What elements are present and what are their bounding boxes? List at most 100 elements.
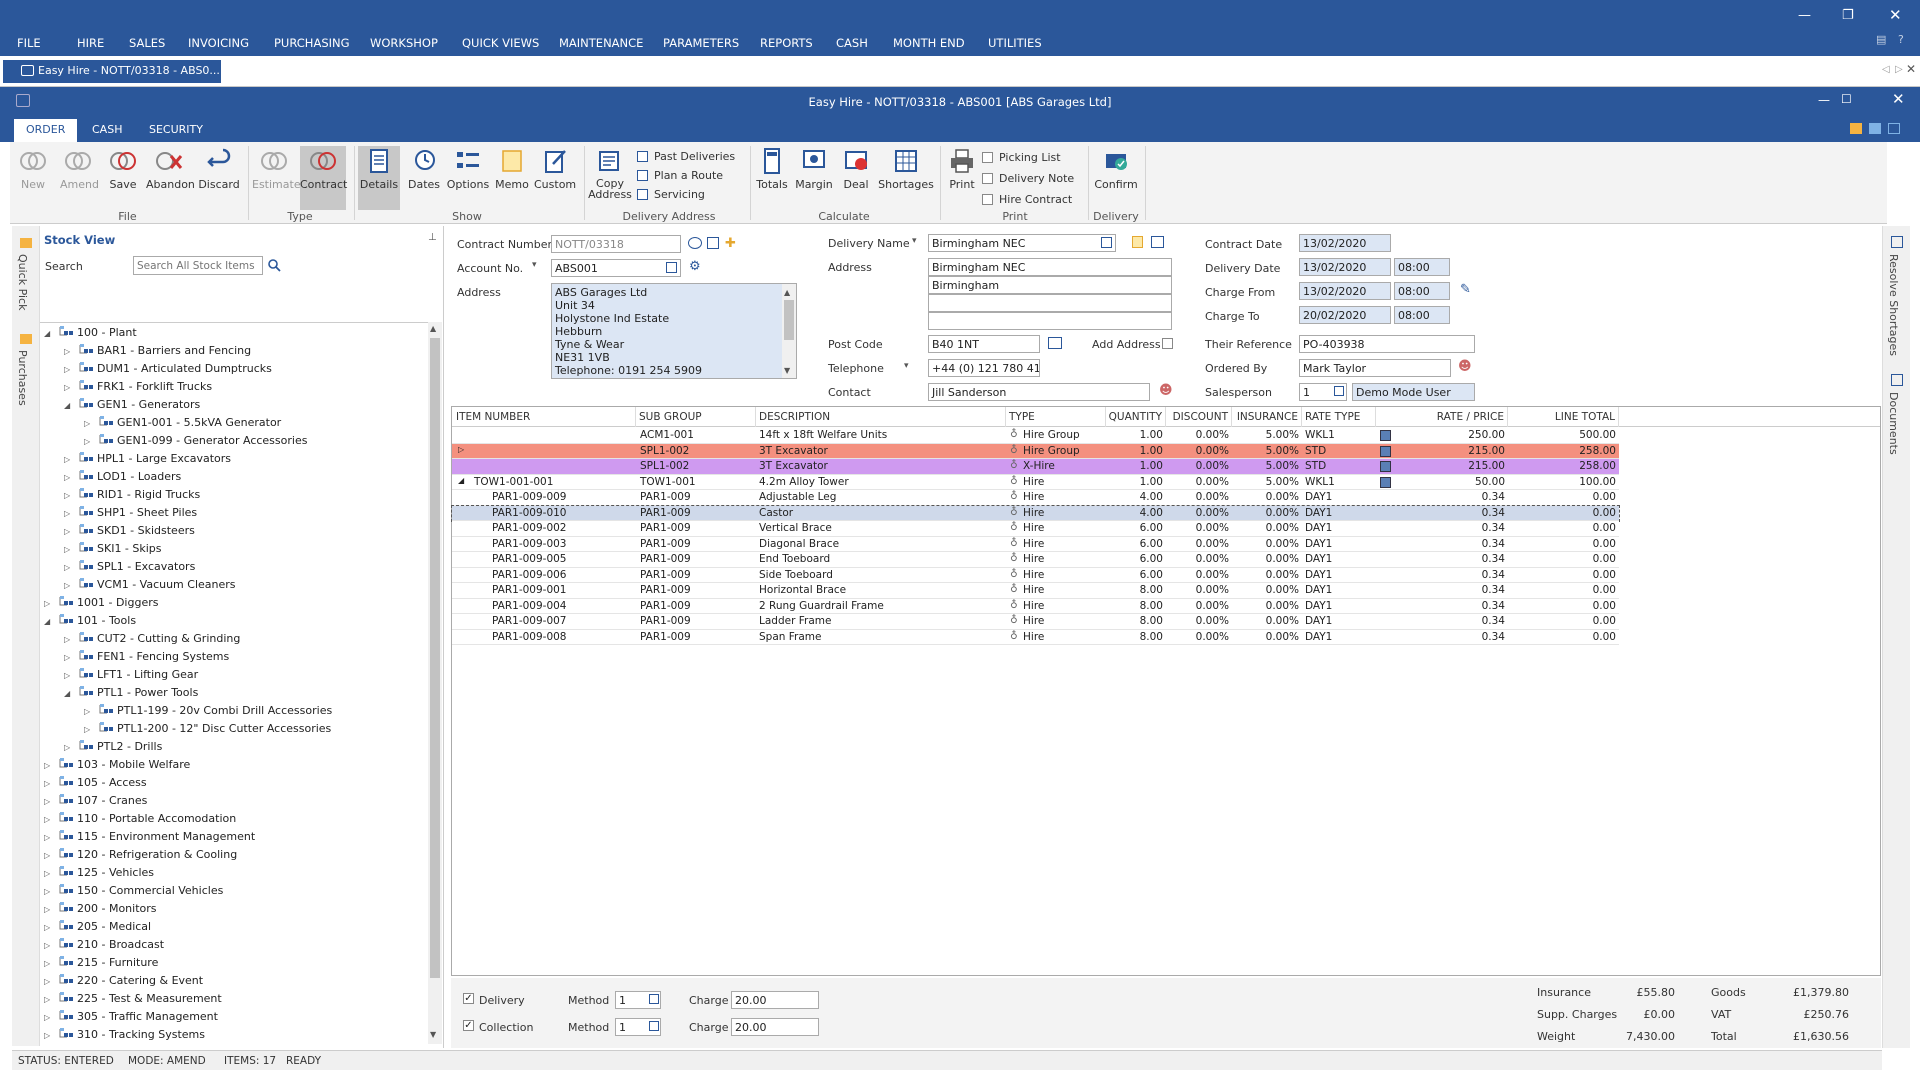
- collection-method-lookup-icon[interactable]: [649, 1021, 659, 1031]
- contract-button[interactable]: Contract: [300, 146, 347, 210]
- customer-address-box[interactable]: ABS Garages Ltd Unit 34 Holystone Ind Esta…: [551, 283, 797, 379]
- tree-node[interactable]: ▷ 305 - Traffic Management: [44, 1010, 218, 1028]
- shortages-button[interactable]: Shortages: [878, 148, 934, 191]
- new-button[interactable]: New: [18, 148, 48, 191]
- expand-icon[interactable]: ▷: [64, 491, 78, 500]
- collapse-icon[interactable]: ◢: [44, 617, 58, 626]
- expand-icon[interactable]: ▷: [64, 347, 78, 356]
- collection-checkbox[interactable]: [463, 1020, 474, 1031]
- menu-hire[interactable]: HIRE: [77, 36, 104, 50]
- tree-node[interactable]: ▷ FEN1 - Fencing Systems: [64, 650, 229, 668]
- expand-icon[interactable]: ▷: [44, 797, 58, 806]
- table-row[interactable]: PAR1-009-001 PAR1-009 Horizontal Brace ♁ Hir…: [452, 583, 1619, 599]
- expand-icon[interactable]: ▷: [44, 923, 58, 932]
- past-deliveries-button[interactable]: Past Deliveries: [637, 150, 735, 163]
- add-address-checkbox[interactable]: [1162, 338, 1173, 349]
- collapse-icon[interactable]: ◢: [64, 689, 78, 698]
- salesperson-lookup-icon[interactable]: [1334, 386, 1344, 396]
- window-minimize-icon[interactable]: —: [1818, 93, 1830, 107]
- edit-pencil-icon[interactable]: ✎: [1460, 282, 1471, 297]
- tab-purchases[interactable]: Purchases: [16, 350, 29, 406]
- menu-invoicing[interactable]: INVOICING: [188, 36, 249, 50]
- tree-node[interactable]: ▷ 310 - Tracking Systems: [44, 1028, 205, 1044]
- menu-workshop[interactable]: WORKSHOP: [370, 36, 438, 50]
- copy-address-button[interactable]: Copy Address: [588, 148, 632, 200]
- expand-icon[interactable]: ▷: [84, 725, 98, 734]
- table-row[interactable]: PAR1-009-009 PAR1-009 Adjustable Leg ♁ Hire 4…: [452, 490, 1619, 506]
- postcode-field[interactable]: B40 1NT: [928, 335, 1040, 353]
- tab-documents[interactable]: Documents: [1887, 392, 1900, 455]
- collapse-icon[interactable]: ◢: [44, 329, 58, 338]
- account-dropdown-icon[interactable]: ▾: [532, 260, 537, 270]
- expand-icon[interactable]: ▷: [44, 905, 58, 914]
- minimize-icon[interactable]: —: [1798, 8, 1811, 23]
- ordered-by-field[interactable]: Mark Taylor: [1299, 359, 1451, 377]
- contract-search-icon[interactable]: [707, 237, 719, 249]
- menu-purchasing[interactable]: PURCHASING: [274, 36, 350, 50]
- save-button[interactable]: Save: [108, 148, 138, 191]
- expand-icon[interactable]: ▷: [44, 761, 58, 770]
- expand-icon[interactable]: ▷: [64, 383, 78, 392]
- tree-node[interactable]: ▷ 120 - Refrigeration & Cooling: [44, 848, 237, 866]
- expand-icon[interactable]: ▷: [64, 545, 78, 554]
- tree-node[interactable]: ▷ 150 - Commercial Vehicles: [44, 884, 223, 902]
- tree-node[interactable]: ▷ FRK1 - Forklift Trucks: [64, 380, 212, 398]
- contact-person-icon[interactable]: ☻: [1159, 383, 1173, 398]
- expand-icon[interactable]: ▷: [44, 1013, 58, 1022]
- servicing-button[interactable]: Servicing: [637, 188, 705, 201]
- abandon-button[interactable]: Abandon: [146, 148, 195, 191]
- options-button[interactable]: Options: [446, 148, 490, 191]
- their-reference-field[interactable]: PO-403938: [1299, 335, 1475, 353]
- tree-node[interactable]: ◢ GEN1 - Generators: [64, 398, 200, 416]
- hire-contract-checkbox[interactable]: Hire Contract: [982, 193, 1072, 206]
- expand-icon[interactable]: ▷: [44, 833, 58, 842]
- telephone-field[interactable]: +44 (0) 121 780 4141: [928, 359, 1040, 377]
- expand-icon[interactable]: ▷: [44, 995, 58, 1004]
- delivery-name-dropdown-icon[interactable]: ▾: [912, 236, 917, 246]
- collapse-icon[interactable]: ◢: [458, 476, 464, 485]
- tree-node[interactable]: ▷ 1001 - Diggers: [44, 596, 158, 614]
- contract-lookup-icon[interactable]: [688, 237, 702, 249]
- delivery-edit-icon[interactable]: [1151, 236, 1164, 248]
- col-rate-price[interactable]: RATE / PRICE: [1376, 407, 1508, 427]
- picking-list-checkbox[interactable]: Picking List: [982, 151, 1061, 164]
- tree-node[interactable]: ▷ 205 - Medical: [44, 920, 151, 938]
- delivery-note-checkbox[interactable]: Delivery Note: [982, 172, 1074, 185]
- memo-button[interactable]: Memo: [494, 148, 530, 191]
- tree-node[interactable]: ▷ DUM1 - Articulated Dumptrucks: [64, 362, 272, 380]
- charge-from-time-field[interactable]: 08:00: [1394, 282, 1450, 300]
- expand-icon[interactable]: ▷: [44, 779, 58, 788]
- expand-icon[interactable]: ▷: [64, 509, 78, 518]
- expand-icon[interactable]: ▷: [458, 445, 464, 454]
- table-row[interactable]: PAR1-009-010 PAR1-009 Castor ♁ Hire 4.00 0.00%…: [451, 504, 1620, 522]
- col-insurance[interactable]: INSURANCE: [1232, 407, 1302, 427]
- expand-icon[interactable]: ▷: [64, 635, 78, 644]
- menu-file[interactable]: FILE: [17, 36, 41, 50]
- col-rate-type[interactable]: RATE TYPE: [1302, 407, 1376, 427]
- tree-scrollbar[interactable]: ▲ ▼: [428, 322, 442, 1044]
- expand-icon[interactable]: ▷: [84, 437, 98, 446]
- expand-icon[interactable]: ▷: [64, 527, 78, 536]
- tree-node[interactable]: ▷ 220 - Catering & Event: [44, 974, 203, 992]
- telephone-dropdown-icon[interactable]: ▾: [904, 361, 909, 371]
- charge-from-field[interactable]: 13/02/2020: [1299, 282, 1391, 300]
- table-row[interactable]: PAR1-009-004 PAR1-009 2 Rung Guardrail Fra…: [452, 598, 1619, 614]
- pin-icon[interactable]: ⊥: [428, 232, 437, 243]
- plan-route-button[interactable]: Plan a Route: [637, 169, 723, 182]
- print-button[interactable]: Print: [944, 148, 980, 191]
- delivery-date-field[interactable]: 13/02/2020: [1299, 258, 1391, 276]
- address-scrollbar[interactable]: ▲ ▼: [782, 284, 796, 378]
- col-type[interactable]: TYPE: [1006, 407, 1106, 427]
- expand-icon[interactable]: ▷: [44, 869, 58, 878]
- tree-node[interactable]: ▷ 210 - Broadcast: [44, 938, 164, 956]
- table-row[interactable]: PAR1-009-008 PAR1-009 Span Frame ♁ Hire 8.00 0…: [452, 629, 1619, 645]
- tree-node[interactable]: ▷ SPL1 - Excavators: [64, 560, 195, 578]
- view-icon[interactable]: [1850, 123, 1862, 134]
- contract-number-field[interactable]: NOTT/03318: [551, 235, 681, 253]
- expand-icon[interactable]: ▷: [44, 887, 58, 896]
- menu-cash[interactable]: CASH: [836, 36, 868, 50]
- tree-node[interactable]: ▷ HPL1 - Large Excavators: [64, 452, 231, 470]
- account-settings-icon[interactable]: ⚙: [689, 259, 701, 274]
- help-icon[interactable]: ?: [1898, 33, 1904, 46]
- tree-node[interactable]: ◢ 100 - Plant: [44, 326, 137, 344]
